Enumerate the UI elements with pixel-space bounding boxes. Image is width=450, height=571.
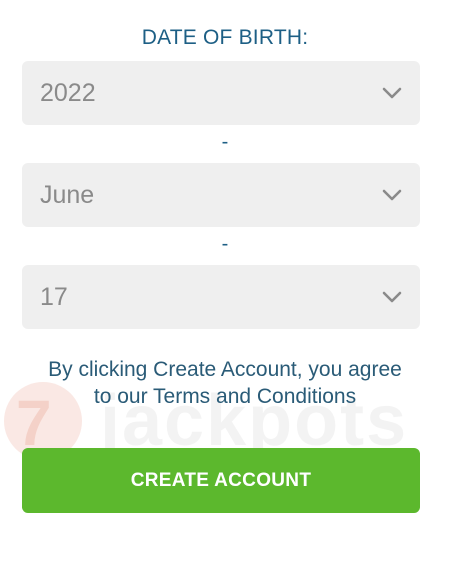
year-value: 2022 bbox=[40, 78, 96, 107]
terms-prefix: to our bbox=[93, 385, 154, 408]
chevron-down-icon bbox=[382, 87, 402, 99]
day-select[interactable]: 17 bbox=[22, 265, 420, 329]
month-value: June bbox=[40, 180, 95, 209]
chevron-down-icon bbox=[382, 189, 402, 201]
dob-separator: - bbox=[221, 233, 229, 255]
terms-link[interactable]: Terms and Conditions bbox=[153, 385, 356, 408]
dob-separator: - bbox=[221, 131, 229, 153]
year-select[interactable]: 2022 bbox=[22, 61, 420, 125]
dob-title: DATE OF BIRTH: bbox=[141, 26, 309, 49]
create-account-button[interactable]: CREATE ACCOUNT bbox=[22, 448, 420, 513]
terms-line-2: to our Terms and Conditions bbox=[0, 383, 450, 410]
terms-text: By clicking Create Account, you agree to… bbox=[0, 356, 450, 410]
terms-line-1: By clicking Create Account, you agree bbox=[48, 358, 402, 381]
day-value: 17 bbox=[40, 282, 68, 311]
month-select[interactable]: June bbox=[22, 163, 420, 227]
chevron-down-icon bbox=[382, 291, 402, 303]
